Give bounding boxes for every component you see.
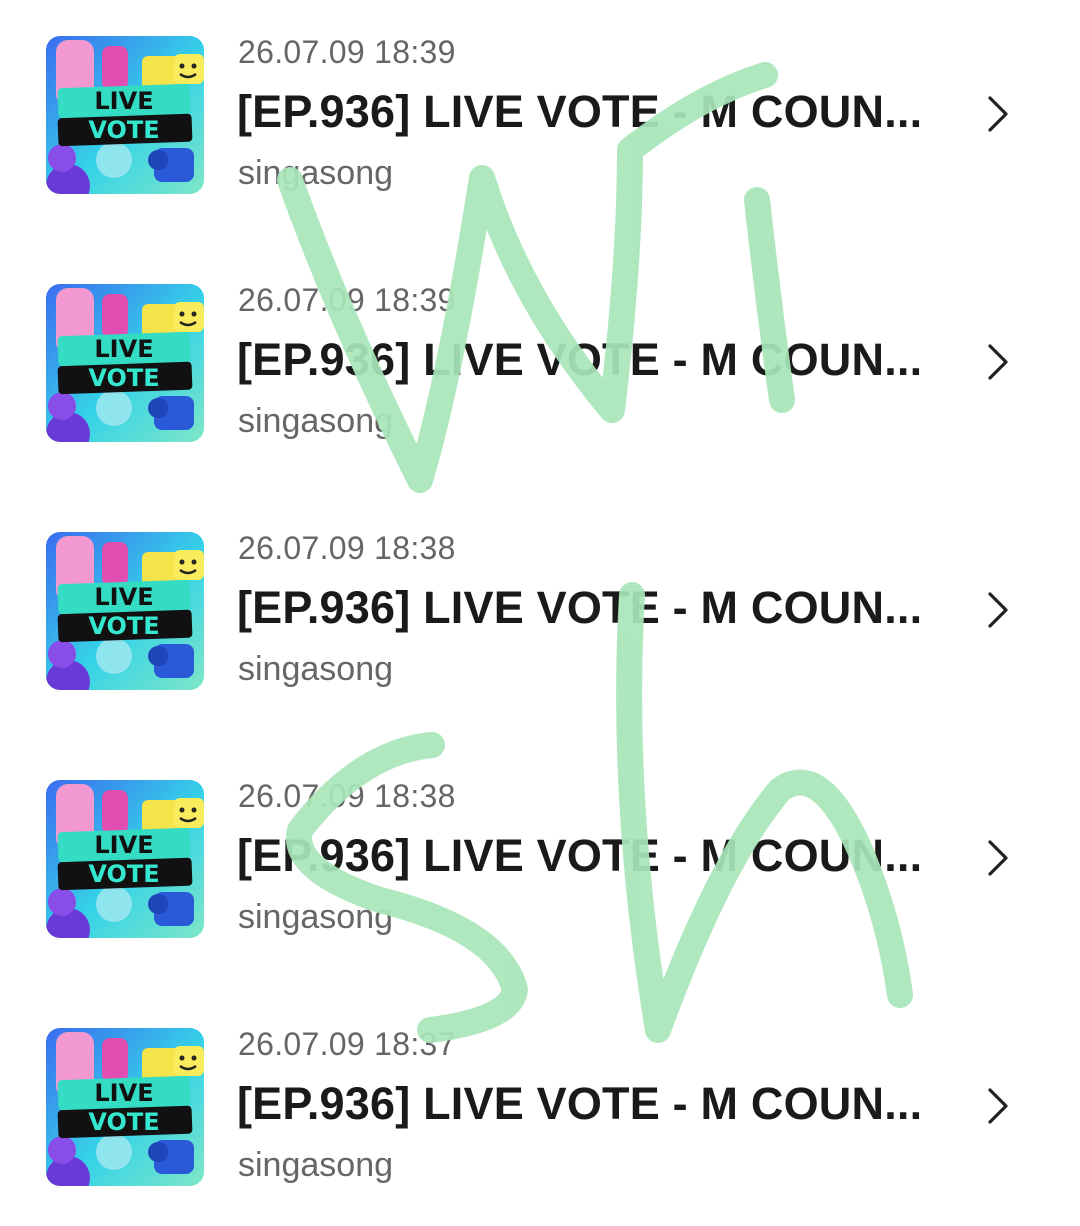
thumb-text-live: LIVE: [94, 831, 153, 859]
item-title: [EP.936] LIVE VOTE - M COUN...: [237, 830, 923, 881]
chevron-right-icon[interactable]: [982, 590, 1012, 630]
item-date: 26.07.09 18:37: [238, 1026, 456, 1062]
item-author: singasong: [238, 402, 394, 440]
chevron-right-icon[interactable]: [982, 342, 1012, 382]
item-title: [EP.936] LIVE VOTE - M COUN...: [237, 86, 923, 137]
thumb-text-vote: VOTE: [88, 364, 159, 392]
list-item[interactable]: LIVE VOTE 26.07.09 18:37 [EP.936] LIVE V…: [0, 992, 1080, 1192]
item-title: [EP.936] LIVE VOTE - M COUN...: [237, 1078, 923, 1129]
live-vote-thumbnail: LIVE VOTE: [46, 284, 204, 442]
item-author: singasong: [238, 154, 394, 192]
live-vote-thumbnail: LIVE VOTE: [46, 36, 204, 194]
item-date: 26.07.09 18:38: [238, 778, 456, 814]
live-vote-thumbnail: LIVE VOTE: [46, 532, 204, 690]
item-date: 26.07.09 18:39: [238, 282, 456, 318]
vote-history-list: LIVE VOTE 26.07.09 18:39 [EP.936] LIVE V…: [0, 0, 1080, 1226]
list-item[interactable]: LIVE VOTE 26.07.09 18:39 [EP.936] LIVE V…: [0, 0, 1080, 200]
thumb-text-live: LIVE: [94, 87, 153, 115]
thumb-text-live: LIVE: [94, 1079, 153, 1107]
chevron-right-icon[interactable]: [982, 94, 1012, 134]
list-item[interactable]: LIVE VOTE 26.07.09 18:38 [EP.936] LIVE V…: [0, 744, 1080, 944]
chevron-right-icon[interactable]: [982, 1086, 1012, 1126]
live-vote-thumbnail: LIVE VOTE: [46, 780, 204, 938]
thumb-text-vote: VOTE: [88, 1108, 159, 1136]
item-author: singasong: [238, 650, 394, 688]
thumb-text-vote: VOTE: [88, 612, 159, 640]
list-item[interactable]: LIVE VOTE 26.07.09 18:38 [EP.936] LIVE V…: [0, 496, 1080, 696]
list-item[interactable]: LIVE VOTE 26.07.09 18:39 [EP.936] LIVE V…: [0, 248, 1080, 448]
item-title: [EP.936] LIVE VOTE - M COUN...: [237, 582, 923, 633]
thumb-text-live: LIVE: [94, 335, 153, 363]
item-date: 26.07.09 18:39: [238, 34, 456, 70]
item-title: [EP.936] LIVE VOTE - M COUN...: [237, 334, 923, 385]
item-author: singasong: [238, 1146, 394, 1184]
thumb-text-live: LIVE: [94, 583, 153, 611]
chevron-right-icon[interactable]: [982, 838, 1012, 878]
thumb-text-vote: VOTE: [88, 116, 159, 144]
item-author: singasong: [238, 898, 394, 936]
item-date: 26.07.09 18:38: [238, 530, 456, 566]
live-vote-thumbnail: LIVE VOTE: [46, 1028, 204, 1186]
thumb-text-vote: VOTE: [88, 860, 159, 888]
